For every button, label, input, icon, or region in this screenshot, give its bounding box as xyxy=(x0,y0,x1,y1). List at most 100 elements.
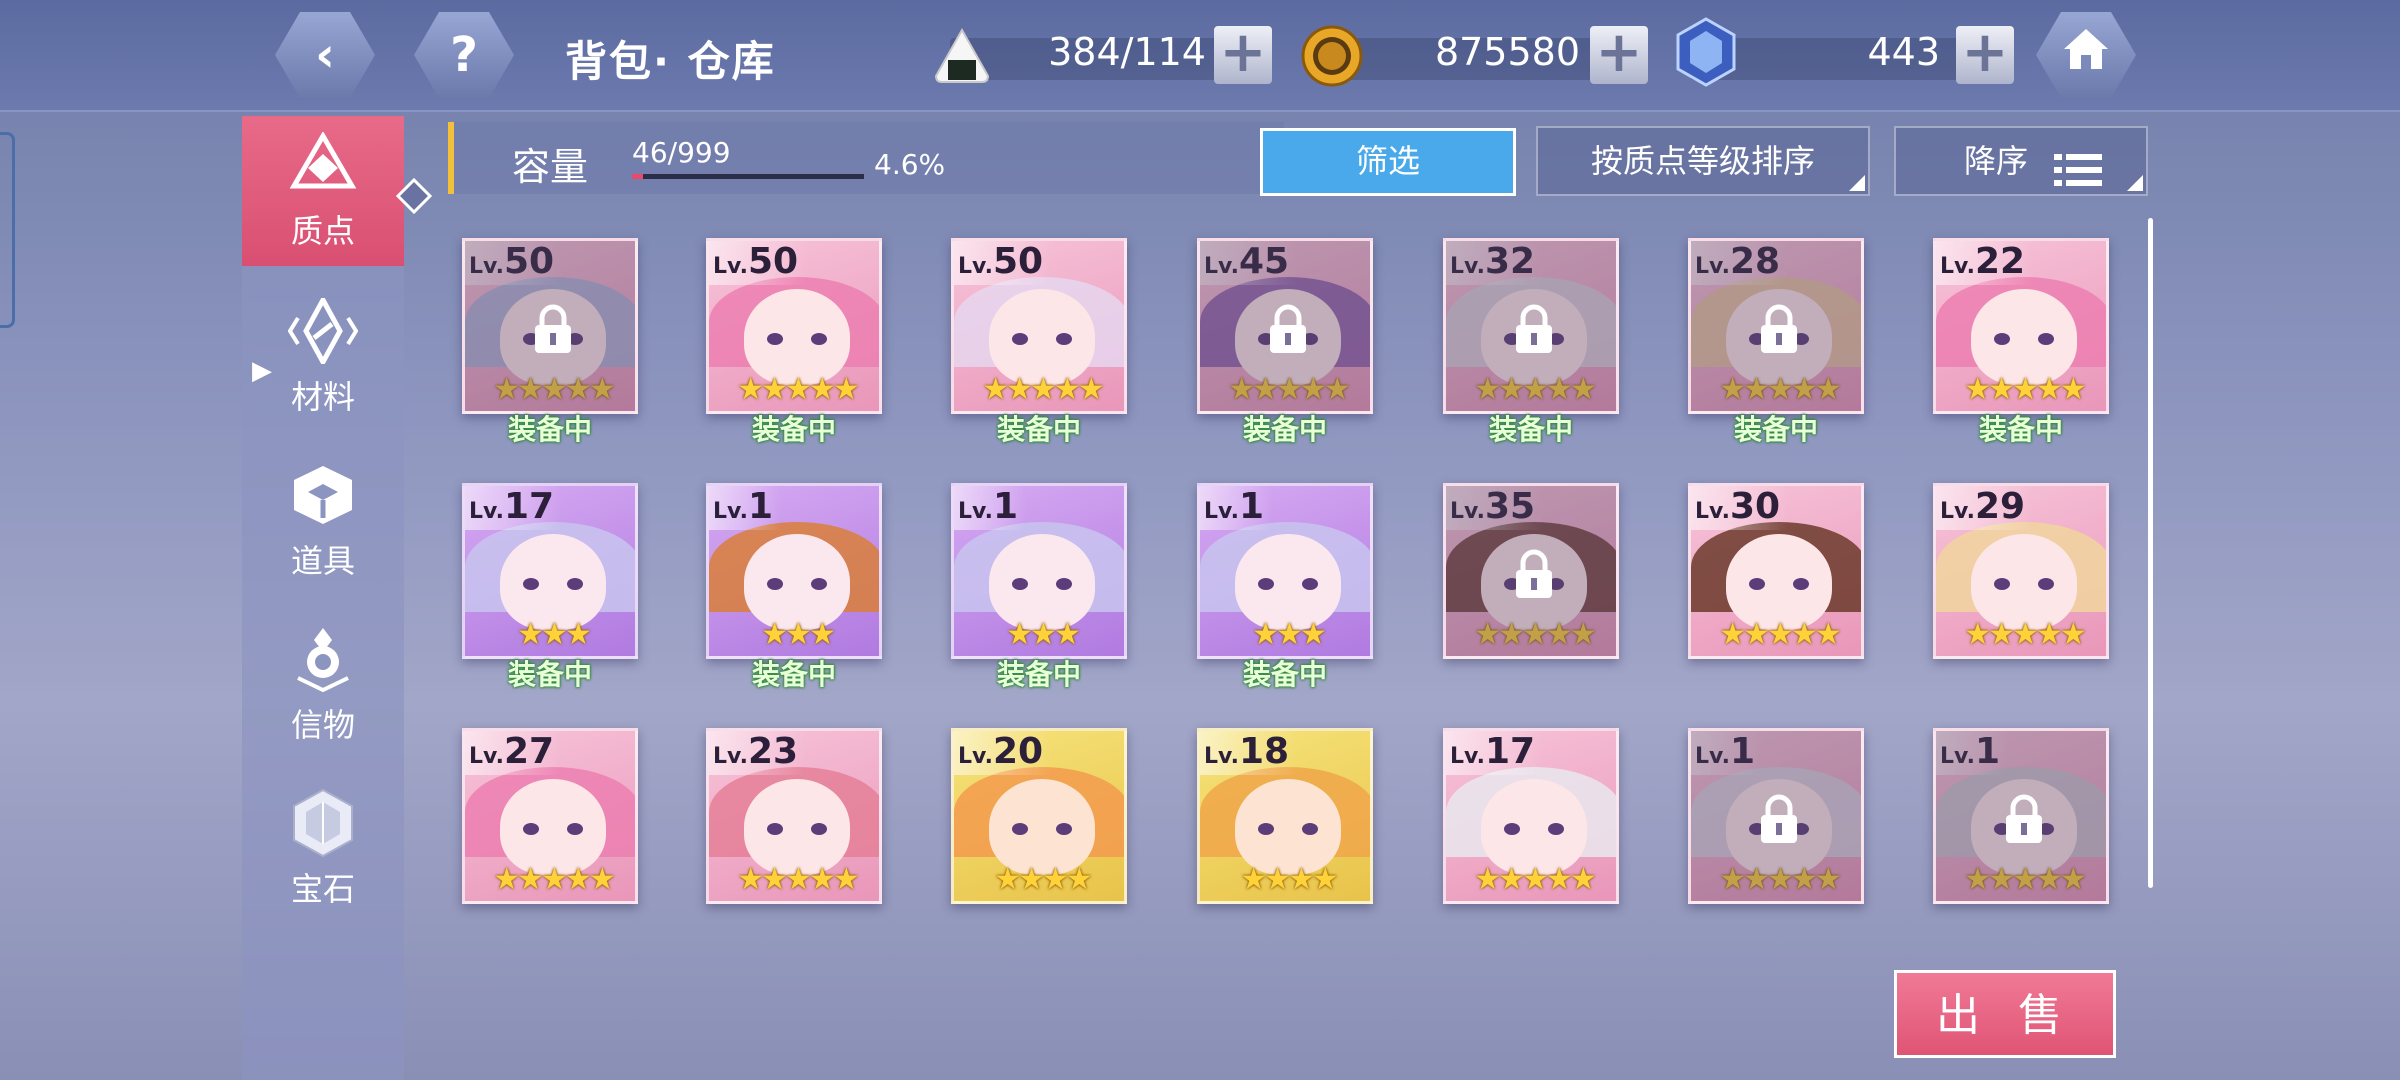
level-value: 17 xyxy=(1484,731,1536,772)
level-value: 35 xyxy=(1484,486,1536,527)
zhidian-card[interactable]: Lv.20 ★★★★ xyxy=(951,728,1127,904)
level-prefix: Lv. xyxy=(713,499,748,524)
edge-handle[interactable] xyxy=(0,132,15,328)
sidebar-item-baoshi[interactable]: 宝石 xyxy=(242,774,404,924)
equipped-label: 装备中 xyxy=(1488,413,1573,446)
star-rating: ★★★★★ xyxy=(1964,862,2086,897)
equipped-label: 装备中 xyxy=(1733,413,1818,446)
star-rating: ★★★★★ xyxy=(1964,617,2086,652)
selected-arrow-icon: ▶ xyxy=(252,356,272,386)
level-value: 30 xyxy=(1729,486,1781,527)
level-tag: Lv.30 xyxy=(1691,486,1789,530)
zhidian-card[interactable]: Lv.50 ★★★★★ xyxy=(951,238,1127,414)
sidebar-item-zhidian[interactable]: 质点 xyxy=(242,116,404,266)
level-tag: Lv.23 xyxy=(709,731,807,775)
zhidian-card[interactable]: Lv.23 ★★★★★ xyxy=(706,728,882,904)
page-title: 背包· 仓库 xyxy=(565,37,776,86)
zhidian-card[interactable]: Lv.17 ★★★★★ xyxy=(1443,728,1619,904)
level-tag: Lv.29 xyxy=(1936,486,2034,530)
level-prefix: Lv. xyxy=(1204,744,1239,769)
add-gold-button[interactable]: + xyxy=(1590,25,1648,84)
level-prefix: Lv. xyxy=(713,254,748,279)
level-tag: Lv.1 xyxy=(1691,731,1763,775)
crystal-value: 443 xyxy=(1867,30,1940,74)
sell-button[interactable]: 出 售 xyxy=(1894,970,2116,1058)
portrait-eyes xyxy=(767,333,827,345)
equipped-label: 装备中 xyxy=(1242,658,1327,691)
sidebar-item-cailiao[interactable]: ▶ 材料 xyxy=(242,282,404,432)
portrait-eyes xyxy=(1749,578,1809,590)
sidebar-item-xinwu[interactable]: 信物 xyxy=(242,610,404,760)
level-prefix: Lv. xyxy=(1204,499,1239,524)
level-value: 27 xyxy=(503,731,555,772)
zhidian-card[interactable]: Lv.22 ★★★★★ xyxy=(1933,238,2109,414)
zhidian-card[interactable]: Lv.29 ★★★★★ xyxy=(1933,483,2109,659)
level-value: 32 xyxy=(1484,241,1536,282)
level-prefix: Lv. xyxy=(1204,254,1239,279)
level-prefix: Lv. xyxy=(469,744,504,769)
zhidian-card[interactable]: Lv.1 ★★★★★ xyxy=(1933,728,2109,904)
zhidian-card[interactable]: Lv.32 ★★★★★ xyxy=(1443,238,1619,414)
star-rating: ★★★★★ xyxy=(1964,372,2086,407)
equipped-label: 装备中 xyxy=(996,658,1081,691)
stamina-value: 384/114 xyxy=(1048,30,1206,74)
level-value: 50 xyxy=(747,241,799,282)
gold-coin-icon xyxy=(1300,24,1364,88)
star-rating: ★★★★★ xyxy=(982,372,1104,407)
zhidian-card[interactable]: Lv.45 ★★★★★ xyxy=(1197,238,1373,414)
level-value: 45 xyxy=(1238,241,1290,282)
zhidian-card[interactable]: Lv.27 ★★★★★ xyxy=(462,728,638,904)
sidebar-item-daoju[interactable]: 道具 xyxy=(242,446,404,596)
level-tag: Lv.28 xyxy=(1691,241,1789,285)
portrait-eyes xyxy=(1258,823,1318,835)
level-tag: Lv.17 xyxy=(1446,731,1544,775)
capacity-label: 容量 xyxy=(512,145,589,189)
equipped-label: 装备中 xyxy=(507,413,592,446)
portrait-eyes xyxy=(523,578,583,590)
level-value: 1 xyxy=(992,486,1018,527)
level-value: 18 xyxy=(1238,731,1290,772)
level-tag: Lv.1 xyxy=(709,486,781,530)
filter-button[interactable]: 筛选 xyxy=(1260,128,1516,196)
zhidian-card[interactable]: Lv.1 ★★★★★ xyxy=(1688,728,1864,904)
zhidian-card[interactable]: Lv.30 ★★★★★ xyxy=(1688,483,1864,659)
add-crystal-button[interactable]: + xyxy=(1956,25,2014,84)
sort-dropdown[interactable]: 按质点等级排序 xyxy=(1536,126,1870,196)
capacity-percent: 4.6% xyxy=(874,148,946,181)
zhidian-card[interactable]: Lv.1 ★★★ xyxy=(951,483,1127,659)
sidebar-item-label: 信物 xyxy=(290,706,355,744)
help-icon: ? xyxy=(450,27,478,83)
order-dropdown[interactable]: 降序 xyxy=(1894,126,2148,196)
level-value: 23 xyxy=(747,731,799,772)
capacity-panel: 容量 46/999 4.6% xyxy=(448,122,1284,194)
level-value: 50 xyxy=(992,241,1044,282)
scrollbar[interactable] xyxy=(2148,218,2153,888)
xinwu-icon xyxy=(283,624,363,694)
level-prefix: Lv. xyxy=(958,499,993,524)
level-value: 1 xyxy=(1729,731,1755,772)
zhidian-card[interactable]: Lv.1 ★★★ xyxy=(706,483,882,659)
level-tag: Lv.50 xyxy=(709,241,807,285)
zhidian-card[interactable]: Lv.1 ★★★ xyxy=(1197,483,1373,659)
lock-icon xyxy=(1998,793,2050,845)
zhidian-card[interactable]: Lv.50 ★★★★★ xyxy=(706,238,882,414)
zhidian-card[interactable]: Lv.18 ★★★★ xyxy=(1197,728,1373,904)
lock-icon xyxy=(1508,303,1560,355)
zhidian-card[interactable]: Lv.28 ★★★★★ xyxy=(1688,238,1864,414)
sidebar-item-label: 道具 xyxy=(290,542,355,580)
level-tag: Lv.50 xyxy=(465,241,563,285)
zhidian-card[interactable]: Lv.17 ★★★ xyxy=(462,483,638,659)
zhidian-card[interactable]: Lv.35 ★★★★★ xyxy=(1443,483,1619,659)
portrait-eyes xyxy=(1994,578,2054,590)
zhidian-card[interactable]: Lv.50 ★★★★★ xyxy=(462,238,638,414)
star-rating: ★★★★★ xyxy=(1474,372,1596,407)
gold-value: 875580 xyxy=(1434,30,1580,74)
equipped-label: 装备中 xyxy=(1978,413,2063,446)
star-rating: ★★★ xyxy=(1006,617,1081,652)
level-tag: Lv.32 xyxy=(1446,241,1544,285)
portrait-eyes xyxy=(1504,823,1564,835)
equipped-label: 装备中 xyxy=(1242,413,1327,446)
add-stamina-button[interactable]: + xyxy=(1214,25,1272,84)
equipped-label: 装备中 xyxy=(507,658,592,691)
level-prefix: Lv. xyxy=(958,254,993,279)
